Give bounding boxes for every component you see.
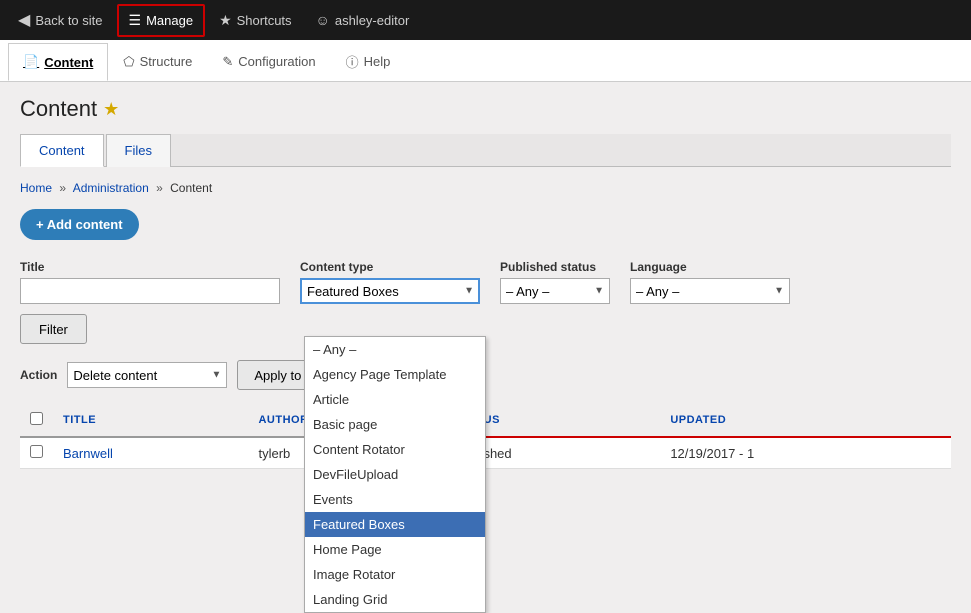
title-filter-field: Title [20, 260, 280, 304]
action-select[interactable]: Delete content [67, 362, 227, 388]
published-status-filter-field: Published status – Any – Published Unpub… [500, 260, 610, 304]
user-menu-button[interactable]: ☺ ashley-editor [306, 6, 420, 34]
nav-structure-label: Structure [140, 54, 193, 69]
row-updated-cell: 12/19/2017 - 1 [660, 437, 951, 469]
manage-button[interactable]: ☰ Manage [117, 4, 206, 37]
manage-icon: ☰ [129, 12, 142, 29]
content-type-select[interactable]: – Any – Agency Page Template Article Bas… [300, 278, 480, 304]
row-title-cell: Barnwell [53, 437, 248, 469]
content-type-label: Content type [300, 260, 480, 274]
shortcuts-label: Shortcuts [237, 13, 292, 28]
tab-files[interactable]: Files [106, 134, 171, 167]
published-status-label: Published status [500, 260, 610, 274]
dropdown-item-image-rotator[interactable]: Image Rotator [305, 562, 485, 587]
breadcrumb-current: Content [170, 181, 212, 195]
language-select[interactable]: – Any – English [630, 278, 790, 304]
dropdown-item-events[interactable]: Events [305, 487, 485, 512]
nav-content[interactable]: 📄 Content [8, 43, 108, 81]
dropdown-item-landing[interactable]: Landing Grid [305, 587, 485, 612]
title-filter-label: Title [20, 260, 280, 274]
add-content-button[interactable]: + Add content [20, 209, 139, 240]
action-select-wrap: Delete content ▼ [67, 362, 227, 388]
published-status-select-wrap: – Any – Published Unpublished ▼ [500, 278, 610, 304]
breadcrumb-admin[interactable]: Administration [73, 181, 149, 195]
back-arrow-icon: ◀ [18, 10, 30, 30]
content-nav-icon: 📄 [23, 54, 39, 70]
help-nav-icon: ⓘ [346, 52, 359, 71]
page-title: Content ★ [20, 96, 951, 122]
dropdown-item-any[interactable]: – Any – [305, 337, 485, 362]
breadcrumb: Home » Administration » Content [20, 181, 951, 195]
star-nav-icon: ★ [219, 12, 232, 29]
dropdown-item-rotator[interactable]: Content Rotator [305, 437, 485, 462]
user-label: ashley-editor [335, 13, 409, 28]
nav-help-label: Help [364, 54, 391, 69]
nav-help[interactable]: ⓘ Help [331, 41, 406, 82]
manage-label: Manage [146, 13, 193, 28]
updated-column-header[interactable]: UPDATED [660, 404, 951, 437]
select-all-checkbox[interactable] [30, 412, 43, 425]
select-all-header [20, 404, 53, 437]
breadcrumb-home[interactable]: Home [20, 181, 52, 195]
language-select-wrap: – Any – English ▼ [630, 278, 790, 304]
row-checkbox[interactable] [30, 445, 43, 458]
language-filter-field: Language – Any – English ▼ [630, 260, 790, 304]
dropdown-item-agency[interactable]: Agency Page Template [305, 362, 485, 387]
title-filter-input[interactable] [20, 278, 280, 304]
dropdown-item-basic[interactable]: Basic page [305, 412, 485, 437]
back-to-site-button[interactable]: ◀ Back to site [8, 4, 113, 36]
filter-section: Title Content type – Any – Agency Page T… [20, 260, 951, 344]
published-status-select[interactable]: – Any – Published Unpublished [500, 278, 610, 304]
dropdown-item-devfile[interactable]: DevFileUpload [305, 462, 485, 487]
dropdown-item-homepage[interactable]: Home Page [305, 537, 485, 562]
user-icon: ☺ [316, 12, 330, 28]
language-label: Language [630, 260, 790, 274]
row-title-link[interactable]: Barnwell [63, 446, 113, 461]
nav-structure[interactable]: ⬠ Structure [108, 43, 207, 81]
nav-configuration[interactable]: ✎ Configuration [207, 43, 330, 81]
content-type-dropdown-popup: – Any – Agency Page Template Article Bas… [304, 336, 486, 613]
filter-button[interactable]: Filter [20, 314, 87, 344]
top-nav: ◀ Back to site ☰ Manage ★ Shortcuts ☺ as… [0, 0, 971, 40]
bookmark-icon[interactable]: ★ [103, 99, 119, 120]
tab-content[interactable]: Content [20, 134, 104, 167]
dropdown-item-featured[interactable]: Featured Boxes [305, 512, 485, 537]
content-type-filter-field: Content type – Any – Agency Page Templat… [300, 260, 480, 304]
back-to-site-label: Back to site [35, 13, 102, 28]
filter-row: Title Content type – Any – Agency Page T… [20, 260, 951, 304]
action-label: Action [20, 368, 57, 382]
tab-bar: Content Files [20, 134, 951, 167]
shortcuts-button[interactable]: ★ Shortcuts [209, 6, 301, 35]
content-area: Content ★ Content Files Home » Administr… [0, 82, 971, 483]
nav-content-label: Content [44, 55, 93, 70]
content-type-select-wrap: – Any – Agency Page Template Article Bas… [300, 278, 480, 304]
row-checkbox-cell [20, 437, 53, 469]
second-nav: 📄 Content ⬠ Structure ✎ Configuration ⓘ … [0, 40, 971, 82]
nav-configuration-label: Configuration [238, 54, 315, 69]
title-column-header[interactable]: TITLE [53, 404, 248, 437]
dropdown-item-article[interactable]: Article [305, 387, 485, 412]
config-nav-icon: ✎ [222, 54, 233, 70]
structure-nav-icon: ⬠ [123, 54, 134, 70]
